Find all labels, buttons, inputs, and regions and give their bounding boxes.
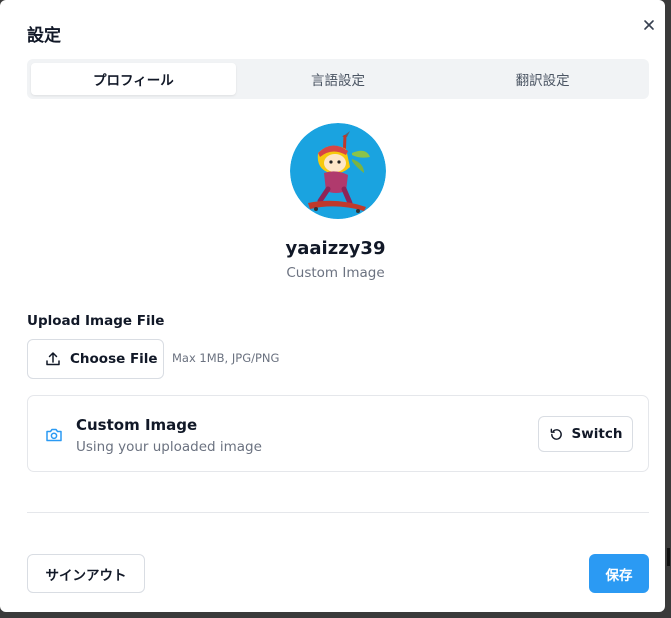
signout-button[interactable]: サインアウト <box>27 554 145 593</box>
divider <box>27 512 649 513</box>
image-source-subtitle: Using your uploaded image <box>76 439 262 455</box>
rotate-icon <box>550 428 562 440</box>
profile-username: yaaizzy39 <box>285 238 386 259</box>
camera-icon <box>46 428 62 442</box>
settings-dialog: 設定 プロフィール 言語設定 翻訳設定 yaaizzy39 Custom Ima… <box>0 0 665 612</box>
avatar <box>290 123 386 219</box>
upload-label: Upload Image File <box>27 313 165 329</box>
close-icon[interactable] <box>640 16 658 34</box>
settings-tabs: プロフィール 言語設定 翻訳設定 <box>27 59 649 99</box>
upload-icon <box>46 352 60 366</box>
image-source-card: Custom Image Using your uploaded image S… <box>27 395 649 472</box>
switch-button[interactable]: Switch <box>538 416 633 452</box>
text-cursor <box>667 548 670 566</box>
profile-avatar-type: Custom Image <box>286 265 385 281</box>
avatar-image <box>290 123 386 219</box>
choose-file-label: Choose File <box>70 351 158 367</box>
dialog-title: 設定 <box>27 26 61 46</box>
tab-profile[interactable]: プロフィール <box>31 63 236 95</box>
tab-language[interactable]: 言語設定 <box>236 63 441 95</box>
switch-label: Switch <box>571 426 623 442</box>
choose-file-button[interactable]: Choose File <box>27 339 164 379</box>
image-source-title: Custom Image <box>76 416 198 434</box>
upload-hint: Max 1MB, JPG/PNG <box>172 351 280 365</box>
save-button[interactable]: 保存 <box>589 554 649 593</box>
tab-translation[interactable]: 翻訳設定 <box>440 63 645 95</box>
